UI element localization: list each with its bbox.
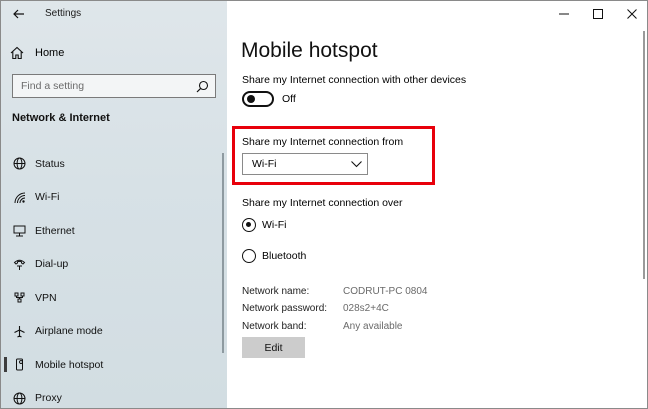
sidebar-item-label: Wi-Fi [35,191,60,204]
home-link[interactable]: Home [9,43,64,63]
sidebar-item-label: Proxy [35,392,62,405]
hotspot-toggle[interactable]: Off [242,91,296,107]
sidebar-item-label: Status [35,157,65,170]
back-button[interactable] [9,5,29,23]
share-devices-label: Share my Internet connection with other … [242,74,467,86]
airplane-icon [12,324,26,338]
home-icon [9,45,25,61]
network-name-value: CODRUT-PC 0804 [343,286,428,297]
sidebar-item-dialup[interactable]: Dial-up [1,248,223,282]
minimize-button[interactable] [547,1,581,27]
maximize-icon [593,9,603,19]
page-title: Mobile hotspot [241,39,378,62]
sidebar-item-vpn[interactable]: VPN [1,281,223,315]
section-title: Network & Internet [12,112,110,124]
network-password-label: Network password: [242,303,328,314]
share-from-dropdown[interactable]: Wi-Fi [242,153,368,175]
radio-wifi[interactable]: Wi-Fi [242,218,287,232]
network-band-value: Any available [343,321,403,332]
toggle-switch[interactable] [242,91,274,107]
radio-button[interactable] [242,218,256,232]
toggle-state-label: Off [282,93,296,105]
edit-button[interactable]: Edit [242,337,305,358]
globe-icon [12,391,26,405]
share-over-label: Share my Internet connection over [242,197,403,209]
sidebar-item-mobile-hotspot[interactable]: Mobile hotspot [1,348,223,382]
sidebar-item-label: Ethernet [35,224,75,237]
sidebar-item-status[interactable]: Status [1,147,223,181]
vpn-icon [12,291,26,305]
toggle-knob [247,95,255,103]
search-icon[interactable] [192,76,212,96]
sidebar: Settings Home Network & Internet Status [1,1,227,409]
sidebar-item-wifi[interactable]: Wi-Fi [1,181,223,215]
sidebar-nav: Status Wi-Fi Ethernet Dial-up VPN Airpla… [1,147,223,409]
window-controls [547,1,647,27]
sidebar-scrollbar[interactable] [222,153,224,353]
network-password-value: 028s2+4C [343,303,389,314]
selected-indicator [4,357,7,372]
close-button[interactable] [615,1,647,27]
search-box[interactable] [12,74,216,98]
radio-label: Bluetooth [262,250,307,262]
radio-bluetooth[interactable]: Bluetooth [242,249,306,263]
back-arrow-icon [13,9,24,19]
globe-icon [12,157,26,171]
sidebar-item-label: VPN [35,291,57,304]
radio-button[interactable] [242,249,256,263]
wifi-icon [12,190,26,204]
hotspot-icon [12,358,26,372]
close-icon [627,9,637,19]
sidebar-item-label: Mobile hotspot [35,358,104,371]
minimize-icon [559,13,569,15]
title-bar: Settings [1,1,227,27]
sidebar-item-label: Airplane mode [35,325,103,338]
main-scrollbar[interactable] [643,31,645,279]
app-title: Settings [45,8,82,19]
ethernet-icon [12,224,26,238]
settings-window: Settings Home Network & Internet Status [0,0,648,409]
network-band-label: Network band: [242,321,307,332]
network-name-label: Network name: [242,286,310,297]
sidebar-item-ethernet[interactable]: Ethernet [1,214,223,248]
sidebar-item-airplane-mode[interactable]: Airplane mode [1,315,223,349]
maximize-button[interactable] [581,1,615,27]
sidebar-item-label: Dial-up [35,258,69,271]
home-label: Home [35,47,65,59]
phone-icon [12,257,26,271]
sidebar-item-proxy[interactable]: Proxy [1,382,223,409]
search-input[interactable] [21,80,192,92]
radio-label: Wi-Fi [262,219,287,231]
chevron-down-icon [345,154,367,174]
dropdown-value: Wi-Fi [252,158,277,170]
main-content: Mobile hotspot Share my Internet connect… [227,1,647,408]
share-from-label: Share my Internet connection from [242,136,404,148]
